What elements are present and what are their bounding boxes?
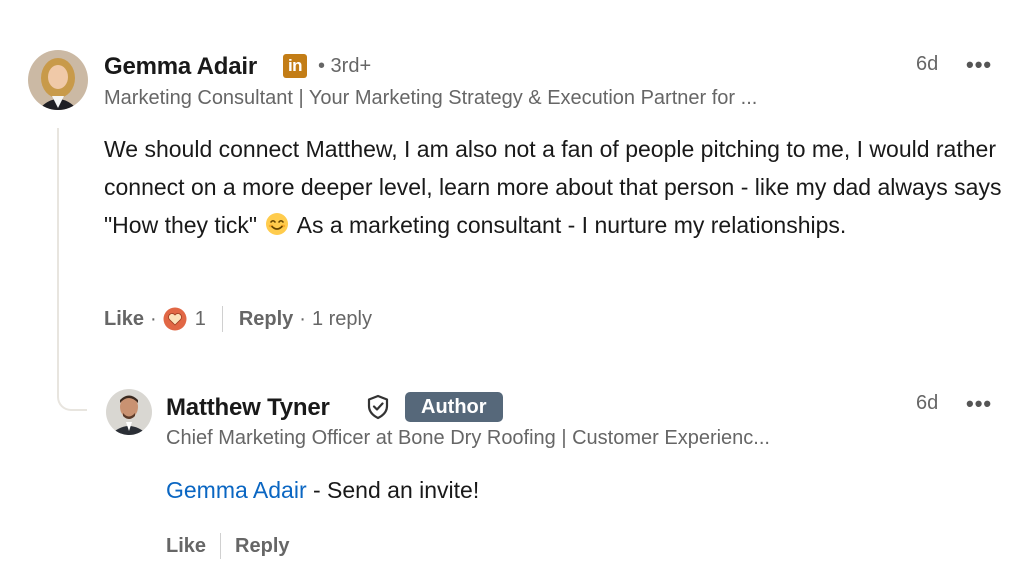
- reply-actions-bar: Like Reply: [166, 532, 290, 560]
- comment-text: We should connect Matthew, I am also not…: [104, 130, 1019, 244]
- reply-reply-button[interactable]: Reply: [235, 535, 289, 558]
- reply-count-link[interactable]: 1 reply: [312, 308, 372, 331]
- reply-text-body: - Send an invite!: [306, 477, 480, 503]
- love-heart-reaction-icon[interactable]: [163, 307, 187, 331]
- comment-author-headline: Marketing Consultant | Your Marketing St…: [104, 87, 758, 109]
- connection-degree: • 3rd+: [318, 55, 372, 77]
- reply-author-name[interactable]: Matthew Tyner: [166, 394, 330, 422]
- comment-actions-bar: Like · 1 Reply · 1 reply: [104, 305, 372, 333]
- action-divider: [221, 306, 223, 332]
- reply-more-options-icon[interactable]: •••: [966, 391, 992, 417]
- comment-author-name[interactable]: Gemma Adair: [104, 53, 257, 81]
- reply-text: Gemma Adair - Send an invite!: [166, 471, 966, 509]
- avatar-gemma-adair[interactable]: [28, 50, 88, 110]
- comment-like-button[interactable]: Like: [104, 308, 144, 331]
- comment-text-part-2: As a marketing consultant - I nurture my…: [291, 212, 847, 238]
- shield-check-icon: [367, 394, 389, 420]
- smiling-face-emoji: [266, 213, 289, 235]
- linkedin-badge-text: in: [287, 56, 303, 75]
- reply-like-button[interactable]: Like: [166, 535, 206, 558]
- reply-timestamp: 6d: [916, 392, 939, 414]
- author-badge: Author: [405, 392, 503, 422]
- linkedin-premium-icon: in: [283, 54, 307, 78]
- reply-author-headline: Chief Marketing Officer at Bone Dry Roof…: [166, 427, 770, 449]
- comment-timestamp: 6d: [916, 53, 939, 75]
- avatar-matthew-tyner[interactable]: [106, 389, 152, 435]
- reaction-count[interactable]: 1: [195, 308, 206, 331]
- separator-dot: ·: [150, 307, 157, 330]
- thread-connector-line: [57, 128, 87, 411]
- action-divider: [220, 533, 222, 559]
- separator-dot: ·: [299, 307, 306, 330]
- mention-link[interactable]: Gemma Adair: [166, 477, 307, 503]
- comment-more-options-icon[interactable]: •••: [966, 52, 992, 78]
- comment-reply-button[interactable]: Reply: [239, 308, 293, 331]
